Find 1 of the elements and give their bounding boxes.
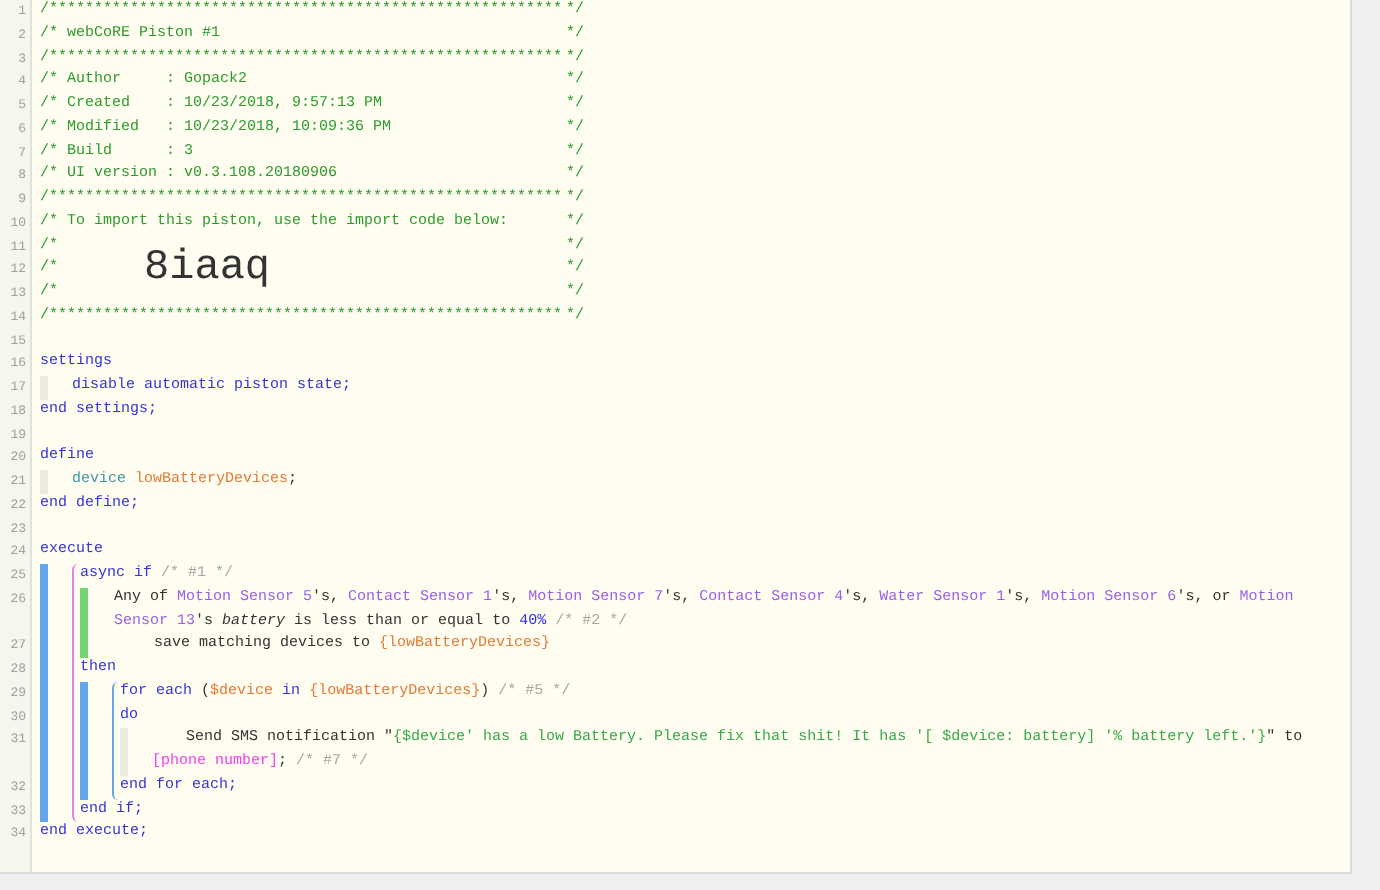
import-code: 8iaaq bbox=[144, 248, 271, 293]
